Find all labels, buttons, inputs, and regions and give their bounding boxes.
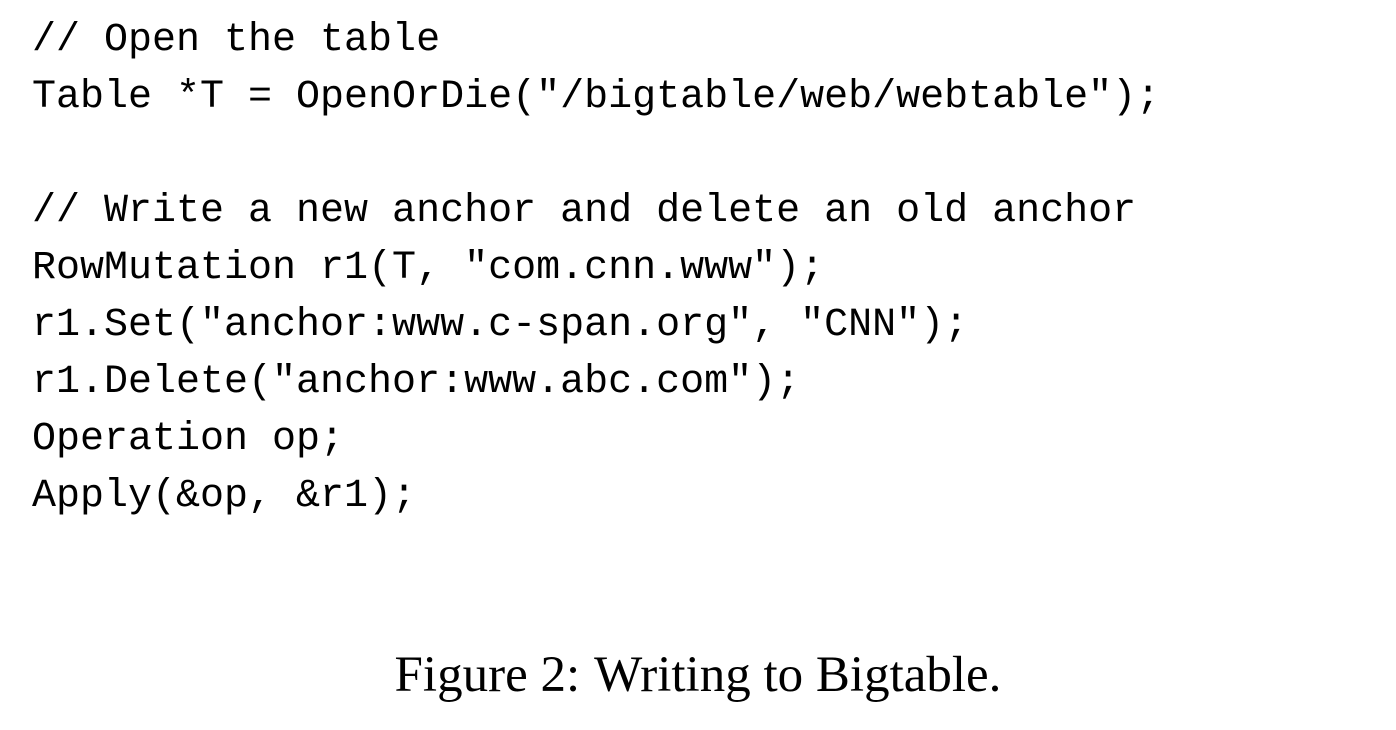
figure-label: Figure 2: [394, 647, 581, 703]
code-line: RowMutation r1(T, "com.cnn.www"); [32, 246, 825, 291]
code-listing: // Open the table Table *T = OpenOrDie("/… [32, 12, 1160, 525]
code-comment-line: // Open the table [32, 18, 441, 63]
code-line: Table *T = OpenOrDie("/bigtable/web/webt… [32, 75, 1161, 120]
code-comment-line: // Write a new anchor and delete an old … [32, 189, 1137, 234]
code-line: Apply(&op, &r1); [32, 474, 417, 519]
figure-caption-text: Writing to Bigtable. [594, 647, 1002, 703]
code-line: r1.Delete("anchor:www.abc.com"); [32, 360, 801, 405]
code-line: Operation op; [32, 417, 345, 462]
figure-caption: Figure 2: Writing to Bigtable. [0, 645, 1396, 705]
code-line: r1.Set("anchor:www.c-span.org", "CNN"); [32, 303, 969, 348]
